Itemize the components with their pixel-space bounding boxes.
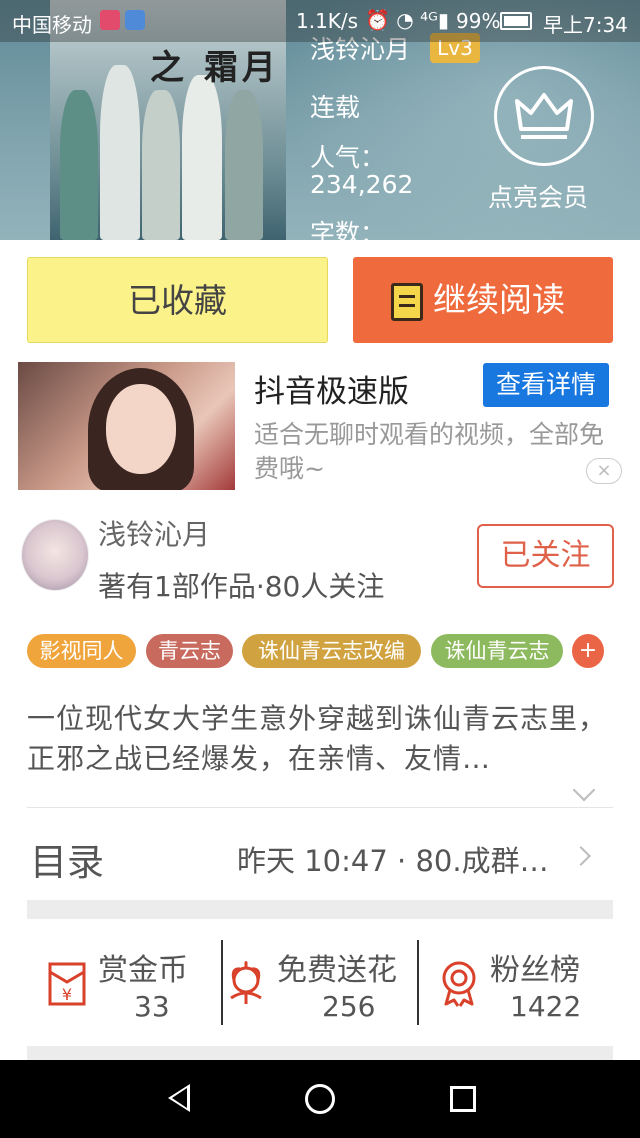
ad-image[interactable]	[18, 362, 235, 490]
back-icon[interactable]	[168, 1084, 190, 1112]
reward-label: 赏金币	[98, 953, 188, 988]
section-divider	[27, 900, 613, 919]
section-divider	[27, 1046, 613, 1060]
divider	[417, 940, 419, 1025]
ad-title[interactable]: 抖音极速版	[254, 366, 409, 411]
toc-latest-chapter[interactable]: 昨天 10:47 · 80.成群…	[237, 838, 549, 880]
popularity-value: 234,262	[310, 170, 414, 199]
reward-value: 33	[134, 990, 170, 1023]
book-status: 连载	[310, 93, 361, 122]
ad-detail-button[interactable]: 查看详情	[483, 363, 609, 407]
crown-icon	[515, 93, 573, 139]
carrier-name: 中国移动	[12, 13, 92, 37]
flower-icon	[230, 961, 262, 1004]
popularity-label: 人气：	[310, 143, 386, 172]
vip-button[interactable]	[494, 66, 594, 166]
svg-text:¥: ¥	[62, 985, 72, 1004]
chevron-down-icon[interactable]	[572, 778, 596, 802]
home-icon[interactable]	[305, 1084, 335, 1114]
flower-label: 免费送花	[277, 953, 397, 988]
vip-label[interactable]: 点亮会员	[488, 178, 588, 214]
more-tags-button[interactable]: +	[572, 634, 604, 668]
author-avatar[interactable]	[21, 519, 89, 591]
network-speed: 1.1K/s	[296, 9, 359, 33]
fan-rank-label: 粉丝榜	[490, 953, 580, 988]
ad-close-button[interactable]: ×	[586, 458, 622, 484]
medal-icon	[442, 961, 476, 1007]
tag-chip[interactable]: 青云志	[146, 634, 233, 668]
follow-button[interactable]: 已关注	[477, 524, 614, 588]
app-notification-icon	[100, 10, 120, 30]
collected-button[interactable]: 已收藏	[27, 257, 328, 343]
flower-value: 256	[322, 990, 376, 1023]
app-notification-icon	[125, 10, 145, 30]
cover-title: 之 霜月	[150, 48, 280, 88]
tag-chip[interactable]: 影视同人	[27, 634, 136, 668]
continue-reading-label: 继续阅读	[433, 280, 565, 319]
recent-apps-icon[interactable]	[450, 1086, 476, 1112]
author-stats: 著有1部作品·80人关注	[98, 570, 385, 603]
synopsis-text[interactable]: 一位现代女大学生意外穿越到诛仙青云志里，正邪之战已经爆发，在亲情、友情…	[27, 699, 617, 779]
clock: 早上7:34	[543, 13, 628, 37]
toc-title[interactable]: 目录	[30, 832, 104, 886]
tag-chip[interactable]: 诛仙青云志改编	[242, 634, 421, 668]
ad-description: 适合无聊时观看的视频，全部免费哦~	[254, 420, 605, 483]
status-icons: ⏰ ◔ ⁴ᴳ▮	[365, 8, 449, 32]
fan-rank-value: 1422	[510, 990, 582, 1023]
divider	[27, 807, 613, 808]
wordcount-label: 字数：	[310, 219, 386, 240]
navigation-bar	[0, 1060, 640, 1138]
tag-chip[interactable]: 诛仙青云志	[431, 634, 563, 668]
chevron-right-icon[interactable]	[571, 846, 591, 866]
author-name[interactable]: 浅铃沁月	[98, 513, 210, 553]
continue-reading-button[interactable]: 继续阅读	[353, 257, 613, 343]
battery-icon	[500, 12, 532, 30]
book-icon	[391, 283, 423, 321]
red-envelope-icon: ¥	[48, 962, 86, 1006]
status-bar: 中国移动 1.1K/s ⏰ ◔ ⁴ᴳ▮ 99% 早上7:34	[0, 0, 640, 42]
battery-percent: 99%	[456, 9, 501, 33]
